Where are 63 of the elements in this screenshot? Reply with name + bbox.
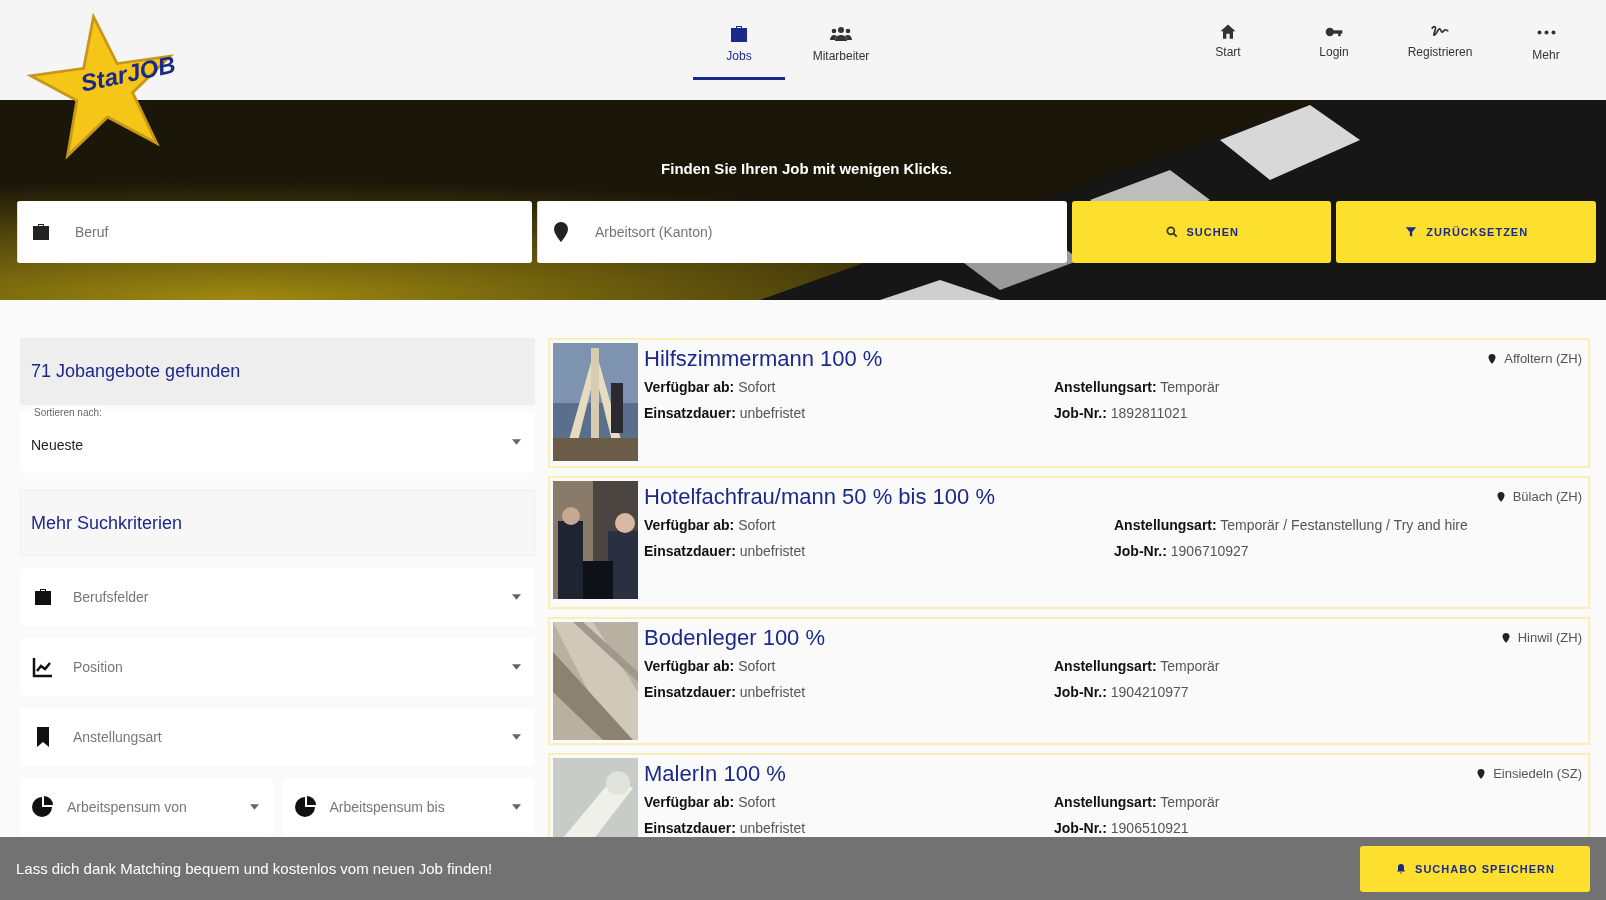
filter-select[interactable]: Position <box>20 638 535 696</box>
caret-icon <box>249 804 259 810</box>
job-detail: Job-Nr.: 1906510921 <box>1054 820 1190 836</box>
job-detail: Job-Nr.: 1906710927 <box>1114 543 1250 559</box>
job-detail: Einsatzdauer: unbefristet <box>644 684 807 700</box>
tagline: Finden Sie Ihren Job mit wenigen Klicks. <box>660 160 953 177</box>
result-count: 71 Jobangebote gefunden <box>20 338 535 405</box>
job-location: Affoltern (ZH) <box>1504 351 1582 366</box>
job-detail: Verfügbar ab: Sofort <box>644 658 777 674</box>
job-detail: Anstellungsart: Temporär <box>1054 794 1221 810</box>
job-location: Hinwil (ZH) <box>1517 630 1582 645</box>
workload-select[interactable]: Arbeitspensum von <box>20 778 273 836</box>
caret-icon <box>512 734 521 740</box>
nav-tab[interactable]: Mitarbeiter <box>795 22 887 80</box>
job-detail: Job-Nr.: 1904210977 <box>1054 684 1190 700</box>
job-detail: Einsatzdauer: unbefristet <box>644 405 807 421</box>
job-detail: Anstellungsart: Temporär <box>1054 658 1221 674</box>
more-icon <box>1536 30 1556 35</box>
chart-icon <box>31 655 55 679</box>
job-title-link[interactable]: MalerIn 100 % <box>644 758 786 790</box>
job-location: Bülach (ZH) <box>1512 489 1582 504</box>
workload-select[interactable]: Arbeitspensum bis <box>282 778 535 836</box>
job-detail: Einsatzdauer: unbefristet <box>644 820 807 836</box>
bell-icon <box>1395 862 1408 875</box>
nav-link[interactable]: Login <box>1286 22 1382 79</box>
save-search-button[interactable]: SUCHABO SPEICHERN <box>1360 845 1590 892</box>
nav-link[interactable]: Start <box>1180 22 1276 79</box>
caret-icon <box>512 594 521 600</box>
bottom-bar-message: Lass dich dank Matching bequem und kostenlos vom neuen Job finden! <box>16 860 493 877</box>
more-criteria-toggle[interactable]: Mehr Suchkriterien <box>20 490 535 556</box>
caret-icon <box>512 664 521 670</box>
job-detail: Verfügbar ab: Sofort <box>644 517 777 533</box>
job-detail: Verfügbar ab: Sofort <box>644 794 777 810</box>
search-icon <box>1164 225 1179 239</box>
job-location: Einsiedeln (SZ) <box>1493 766 1582 781</box>
nav-link[interactable]: Mehr <box>1498 22 1594 79</box>
job-detail: Anstellungsart: Temporär / Festanstellung / Try and hire <box>1114 517 1469 533</box>
job-card[interactable]: Hilfszimmermann 100 % Affoltern (ZH) Verfügbar ab: Sofort Anstellungsart: Temporär Einsatzdauer: unbefristet Job-Nr.: 1892811021 <box>548 338 1590 468</box>
job-detail: Anstellungsart: Temporär <box>1054 379 1221 395</box>
pie-chart-icon <box>31 795 55 819</box>
reset-button[interactable]: ZURÜCKSETZEN <box>1336 201 1596 263</box>
job-title-link[interactable]: Bodenleger 100 % <box>644 622 826 654</box>
job-card[interactable]: Bodenleger 100 % Hinwil (ZH) Verfügbar ab: Sofort Anstellungsart: Temporär Einsatzdauer: unbefristet Job-Nr.: 1904210977 <box>548 617 1590 745</box>
nav-link[interactable]: Registrieren <box>1392 22 1488 79</box>
job-title-link[interactable]: Hotelfachfrau/mann 50 % bis 100 % <box>644 481 995 513</box>
filter-select[interactable]: Berufsfelder <box>20 568 535 626</box>
job-field[interactable]: Beruf <box>17 201 532 263</box>
filter-select[interactable]: Anstellungsart <box>20 708 535 766</box>
job-title-link[interactable]: Hilfszimmermann 100 % <box>644 343 883 375</box>
job-detail: Job-Nr.: 1892811021 <box>1054 405 1189 421</box>
job-card[interactable]: Hotelfachfrau/mann 50 % bis 100 % Bülach (ZH) Verfügbar ab: Sofort Anstellungsart: Temporär / Festanstellung / Try and hire Einsatzdauer: unbefristet Job-Nr.: 1906710927 <box>548 476 1590 609</box>
caret-icon <box>512 439 521 445</box>
pin-icon <box>1499 630 1512 645</box>
pin-icon <box>1494 489 1507 504</box>
job-detail: Verfügbar ab: Sofort <box>644 379 777 395</box>
pie-chart-icon <box>293 795 318 819</box>
search-button[interactable]: SUCHEN <box>1071 201 1332 263</box>
location-field[interactable]: Arbeitsort (Kanton) <box>537 201 1067 263</box>
home-icon <box>1218 22 1238 42</box>
job-detail: Einsatzdauer: unbefristet <box>644 543 807 559</box>
caret-icon <box>512 804 521 810</box>
filter-icon <box>1404 225 1419 239</box>
nav-tab[interactable]: Jobs <box>693 22 785 80</box>
